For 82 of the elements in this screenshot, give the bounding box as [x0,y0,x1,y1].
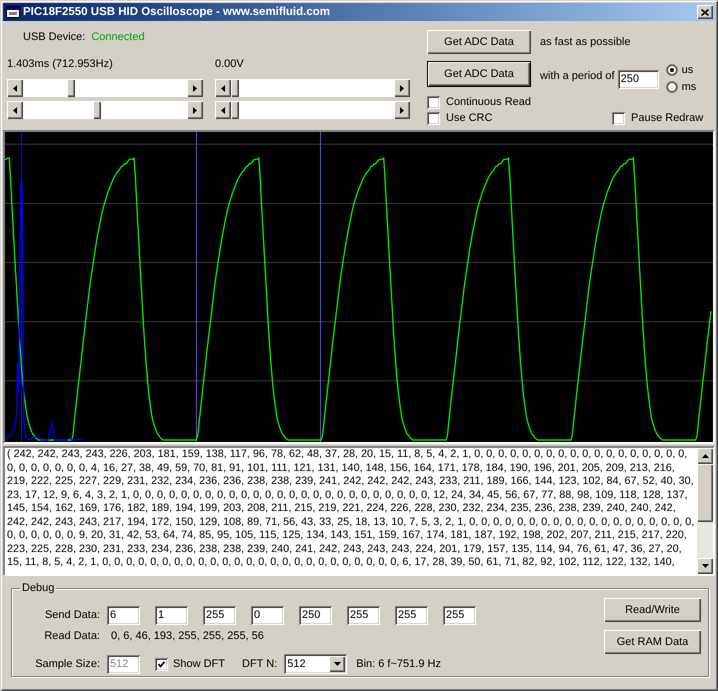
scroll-right-button[interactable] [394,101,410,119]
close-icon [701,8,709,16]
scroll-left-button[interactable] [7,101,23,119]
connection-status: Connected [91,31,145,44]
time-reading: 1.403ms (712.953Hz) [7,58,114,71]
dropdown-field[interactable]: 512 [284,654,348,674]
read-data-value: 0, 6, 46, 193, 255, 255, 255, 56 [111,630,264,643]
checkbox-label: Pause Redraw [631,112,704,125]
radio-label: us [682,64,694,76]
button-note: with a period of [540,70,615,83]
data-text-line: 0, 0, 0, 0, 0, 0, 9, 20, 31, 42, 53, 64, 74, 85, 95, 105, 115, 125, 134, 143, 151, 159, 167, 174, 181, 187, 192, 198, 202, 207, 211, 215, 217, 220, [7,529,688,542]
checkmark-icon [158,660,165,668]
radio-button[interactable] [666,64,678,76]
field-label: DFT N: [242,658,278,670]
data-input[interactable]: 1 [155,606,188,625]
left-triangle-icon [221,84,225,92]
data-text-area[interactable] [3,446,715,576]
slider-thumb[interactable] [231,79,239,97]
slider-thumb[interactable] [66,79,75,97]
data-text-line: 23, 17, 12, 9, 6, 4, 3, 2, 1, 0, 0, 0, 0, 0, 0, 0, 0, 0, 0, 0, 0, 0, 0, 0, 0, 0, 0, 0, 0, 0, 0, 0, 0, 0, 12, 24, 34, 45, 56, 67, 77, 88, 98, 109, 118, 128, 137, [7,488,688,502]
checkbox[interactable] [427,96,440,109]
right-triangle-icon [193,84,197,92]
field-label: Send Data: [44,609,100,622]
scroll-right-button[interactable] [187,79,203,97]
right-triangle-icon [400,84,404,92]
checkbox[interactable] [612,112,625,125]
data-input[interactable]: 0 [251,606,284,625]
data-input[interactable]: 255 [203,606,236,625]
data-input[interactable]: 250 [299,606,332,625]
adc-button[interactable]: Get ADC Data [427,61,531,87]
action-button[interactable]: Read/Write [604,598,701,622]
field-label: Sample Size: [34,658,100,670]
data-text-line: 145, 154, 162, 169, 176, 182, 189, 194, 199, 203, 208, 211, 215, 219, 221, 224, 226, 228, 230, 232, 234, 235, 236, 238, 239, 240, 240, 242, [7,502,677,516]
button-note: as fast as possible [540,36,630,49]
data-input[interactable]: 255 [347,606,380,625]
close-button[interactable] [697,5,713,19]
scroll-left-button[interactable] [215,101,231,119]
up-triangle-icon [702,454,708,458]
left-triangle-icon [13,106,17,114]
scroll-down-button[interactable] [697,558,713,574]
scroll-up-button[interactable] [697,448,713,464]
data-text-line: ( 242, 242, 243, 243, 226, 203, 181, 159, 138, 117, 96, 78, 62, 48, 37, 28, 20, 15, 11, 8, 5, 4, 2, 1, 0, 0, 0, 0, 0, 0, 0, 0, 0, 0, 0, 0, 0, 0, 0, 0, 0, 0, [7,448,688,462]
slider-thumb[interactable] [93,101,102,119]
window-icon [5,4,21,20]
window-title: PIC18F2550 USB HID Oscilloscope - www.semifluid.com [23,5,330,20]
scroll-left-button[interactable] [215,79,231,97]
down-triangle-icon [334,662,341,666]
data-input[interactable]: 255 [395,606,428,625]
scrollbar-thumb[interactable] [697,464,713,522]
scroll-right-button[interactable] [187,101,203,119]
field-label: USB Device: [23,31,86,44]
checkbox[interactable] [155,658,168,670]
data-text-line: 223, 225, 228, 230, 231, 233, 234, 236, 238, 238, 239, 240, 241, 242, 243, 243, 243, 224, 201, 179, 157, 135, 114, 94, 76, 61, 47, 36, 27, 20, [7,542,683,556]
left-triangle-icon [221,106,225,114]
data-input[interactable]: 6 [107,606,140,625]
period-input[interactable]: 250 [618,70,659,89]
radio-button[interactable] [666,81,678,93]
data-text-line: 242, 242, 243, 243, 217, 194, 172, 150, 129, 108, 89, 71, 56, 43, 33, 25, 18, 13, 10, 7, 5, 3, 2, 1, 0, 0, 0, 0, 0, 0, 0, 0, 0, 0, 0, 0, 0, 0, 0, 0, 0, 0, 0, [7,516,696,529]
slider-thumb[interactable] [231,101,239,119]
vertical-scrollbar[interactable] [697,448,713,574]
group-title: Debug [20,582,56,595]
checkbox-label: Use CRC [446,112,492,125]
voltage-reading: 0.00V [215,58,244,71]
scroll-right-button[interactable] [394,79,410,97]
data-input[interactable]: 255 [443,606,476,625]
down-triangle-icon [702,564,708,568]
checkbox-label: Continuous Read [446,96,532,109]
data-text-line: 15, 11, 8, 5, 4, 2, 1, 0, 0, 0, 0, 0, 0, 0, 0, 0, 0, 0, 0, 0, 0, 0, 0, 0, 0, 0, 0, 0, 0, 0, 0, 0, 6, 17, 28, 39, 50, 61, 71, 82, 92, 102, 112, 122, 132, 140, [7,556,676,570]
field-label: Read Data: [43,630,100,643]
radio-label: ms [682,81,696,93]
data-text-line: 219, 222, 225, 227, 229, 231, 232, 234, 236, 236, 238, 238, 239, 241, 242, 242, 242, 243, 233, 211, 189, 166, 144, 123, 102, 84, 67, 52, 40, 30, [7,475,695,488]
right-triangle-icon [400,106,404,114]
adc-button[interactable]: Get ADC Data [427,30,531,54]
action-button[interactable]: Get RAM Data [604,630,701,654]
checkbox-label: Show DFT [173,658,225,670]
left-triangle-icon [13,84,17,92]
scroll-left-button[interactable] [7,79,23,97]
bin-readout: Bin: 6 f~751.9 Hz [356,658,441,670]
dropdown-button[interactable] [329,656,346,672]
checkbox[interactable] [427,112,440,125]
data-text-line: 0, 0, 0, 0, 0, 0, 0, 4, 16, 27, 38, 49, 59, 70, 81, 91, 101, 111, 121, 131, 140, 148, 156, 164, 171, 178, 184, 190, 196, 201, 205, 209, 213, 216, [7,462,676,475]
right-triangle-icon [193,106,197,114]
